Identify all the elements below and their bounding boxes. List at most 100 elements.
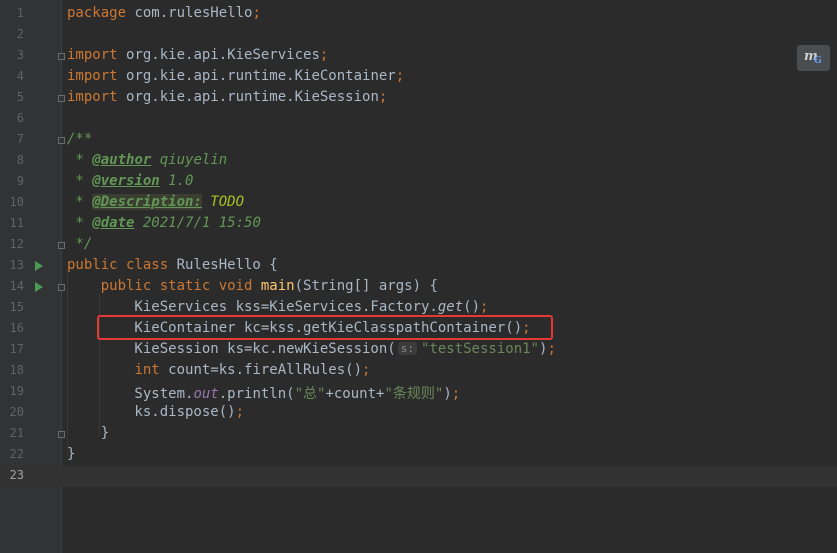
fold-marker-icon[interactable] bbox=[58, 137, 65, 144]
code-token: ; bbox=[547, 341, 556, 357]
code-line[interactable]: 18 int count=ks.fireAllRules(); bbox=[0, 361, 837, 382]
code-token: "条规则" bbox=[384, 386, 444, 402]
line-number: 18 bbox=[9, 363, 24, 377]
code-line[interactable]: 8 * @author qiuyelin bbox=[0, 151, 837, 172]
line-number: 2 bbox=[16, 27, 24, 41]
code-token: RulesHello { bbox=[176, 257, 278, 273]
code-token: @author bbox=[92, 152, 152, 168]
code-line[interactable]: 22} bbox=[0, 445, 837, 466]
fold-marker-icon[interactable] bbox=[58, 95, 65, 102]
mybatis-plugin-icon[interactable]: m G bbox=[797, 45, 830, 71]
code-text: * @author qiuyelin bbox=[67, 152, 227, 168]
code-line[interactable]: 9 * @version 1.0 bbox=[0, 172, 837, 193]
code-text: * @version 1.0 bbox=[67, 173, 193, 189]
code-token: "总" bbox=[294, 386, 326, 402]
code-token: ; bbox=[362, 362, 371, 378]
run-gutter-icon[interactable] bbox=[35, 261, 43, 271]
fold-marker-icon[interactable] bbox=[58, 53, 65, 60]
code-text: import org.kie.api.KieServices; bbox=[67, 47, 328, 63]
code-token: * bbox=[67, 152, 93, 168]
code-token: com.rulesHello bbox=[134, 5, 253, 21]
code-text: ks.dispose(); bbox=[67, 404, 244, 420]
code-line[interactable]: 2 bbox=[0, 25, 837, 46]
code-text: import org.kie.api.runtime.KieContainer; bbox=[67, 68, 404, 84]
code-text: } bbox=[67, 425, 109, 441]
code-token: 1.0 bbox=[159, 173, 194, 189]
code-token: qiuyelin bbox=[151, 152, 228, 168]
code-token: * bbox=[67, 215, 93, 231]
code-token: KieServices kss=KieServices.Factory. bbox=[67, 299, 438, 315]
code-token: import bbox=[67, 47, 127, 63]
code-line[interactable]: 10 * @Description: TODO bbox=[0, 193, 837, 214]
code-token: import bbox=[67, 68, 127, 84]
fold-marker-icon[interactable] bbox=[58, 242, 65, 249]
line-number: 1 bbox=[16, 6, 24, 20]
code-token: ; bbox=[319, 47, 329, 63]
code-line[interactable]: 11 * @date 2021/7/1 15:50 bbox=[0, 214, 837, 235]
plugin-sub-letter: G bbox=[814, 56, 822, 66]
code-token: } bbox=[67, 425, 110, 441]
code-line[interactable]: 23 bbox=[0, 466, 837, 487]
indent-guide bbox=[67, 273, 68, 456]
line-number: 14 bbox=[9, 279, 24, 293]
code-token: * bbox=[67, 194, 93, 210]
code-token: ks.dispose() bbox=[67, 404, 236, 420]
code-token: +count+ bbox=[325, 386, 385, 402]
line-number: 20 bbox=[9, 405, 24, 419]
code-token: (String[] args) { bbox=[294, 278, 438, 294]
code-line[interactable]: 4 import org.kie.api.runtime.KieContainer… bbox=[0, 67, 837, 88]
code-line[interactable]: 20 ks.dispose(); bbox=[0, 403, 837, 424]
line-number: 11 bbox=[9, 216, 24, 230]
code-text: */ bbox=[67, 236, 92, 252]
code-token: public static void bbox=[100, 278, 261, 294]
code-token: * bbox=[67, 173, 93, 189]
code-line[interactable]: 3 import org.kie.api.KieServices; bbox=[0, 46, 837, 67]
line-number: 3 bbox=[16, 48, 24, 62]
code-token: ) bbox=[443, 386, 452, 402]
run-gutter-icon[interactable] bbox=[35, 282, 43, 292]
code-line[interactable]: 12 */ bbox=[0, 235, 837, 256]
code-token: () bbox=[463, 299, 481, 315]
code-token: TODO bbox=[201, 194, 245, 210]
line-number: 6 bbox=[16, 111, 24, 125]
code-line[interactable]: 6 bbox=[0, 109, 837, 130]
code-token: /** bbox=[67, 131, 93, 147]
code-line[interactable]: 7 /** bbox=[0, 130, 837, 151]
code-line[interactable]: 17 KieSession ks=kc.newKieSession(s: "tes… bbox=[0, 340, 837, 361]
line-number: 4 bbox=[16, 69, 24, 83]
code-text: } bbox=[67, 446, 75, 462]
code-text: int count=ks.fireAllRules(); bbox=[67, 362, 370, 378]
code-text: public static void main(String[] args) { bbox=[67, 278, 438, 294]
line-number: 10 bbox=[9, 195, 24, 209]
code-token: @version bbox=[92, 173, 160, 189]
code-line[interactable]: 21 } bbox=[0, 424, 837, 445]
code-token: package bbox=[67, 5, 135, 21]
code-token: @Description: bbox=[92, 194, 202, 210]
code-token: ; bbox=[235, 404, 245, 420]
code-line[interactable]: 19 System.out.println("总"+count+"条规则"); bbox=[0, 382, 837, 403]
line-number: 7 bbox=[16, 132, 24, 146]
code-token: org.kie.api.KieServices bbox=[126, 47, 320, 63]
code-editor[interactable]: 1 package com.rulesHello; 2 3 import org.kie… bbox=[0, 0, 837, 553]
fold-marker-icon[interactable] bbox=[58, 431, 65, 438]
code-token: count=ks.fireAllRules() bbox=[168, 362, 363, 378]
line-number: 8 bbox=[16, 153, 24, 167]
code-token: int bbox=[134, 362, 169, 378]
fold-marker-icon[interactable] bbox=[58, 284, 65, 291]
code-line[interactable]: 14 public static void main(String[] args… bbox=[0, 277, 837, 298]
code-line[interactable]: 13 public class RulesHello { bbox=[0, 256, 837, 277]
code-text: public class RulesHello { bbox=[67, 257, 278, 273]
code-token: main bbox=[260, 278, 295, 294]
code-token: out bbox=[193, 386, 219, 402]
line-number: 13 bbox=[9, 258, 24, 272]
code-token: import bbox=[67, 89, 127, 105]
code-line[interactable]: 5 import org.kie.api.runtime.KieSession; bbox=[0, 88, 837, 109]
code-line[interactable]: 1 package com.rulesHello; bbox=[0, 4, 837, 25]
line-number: 16 bbox=[9, 321, 24, 335]
code-text: * @date 2021/7/1 15:50 bbox=[67, 215, 260, 231]
code-text: import org.kie.api.runtime.KieSession; bbox=[67, 89, 387, 105]
code-token: */ bbox=[67, 236, 93, 252]
code-token: } bbox=[67, 446, 76, 462]
